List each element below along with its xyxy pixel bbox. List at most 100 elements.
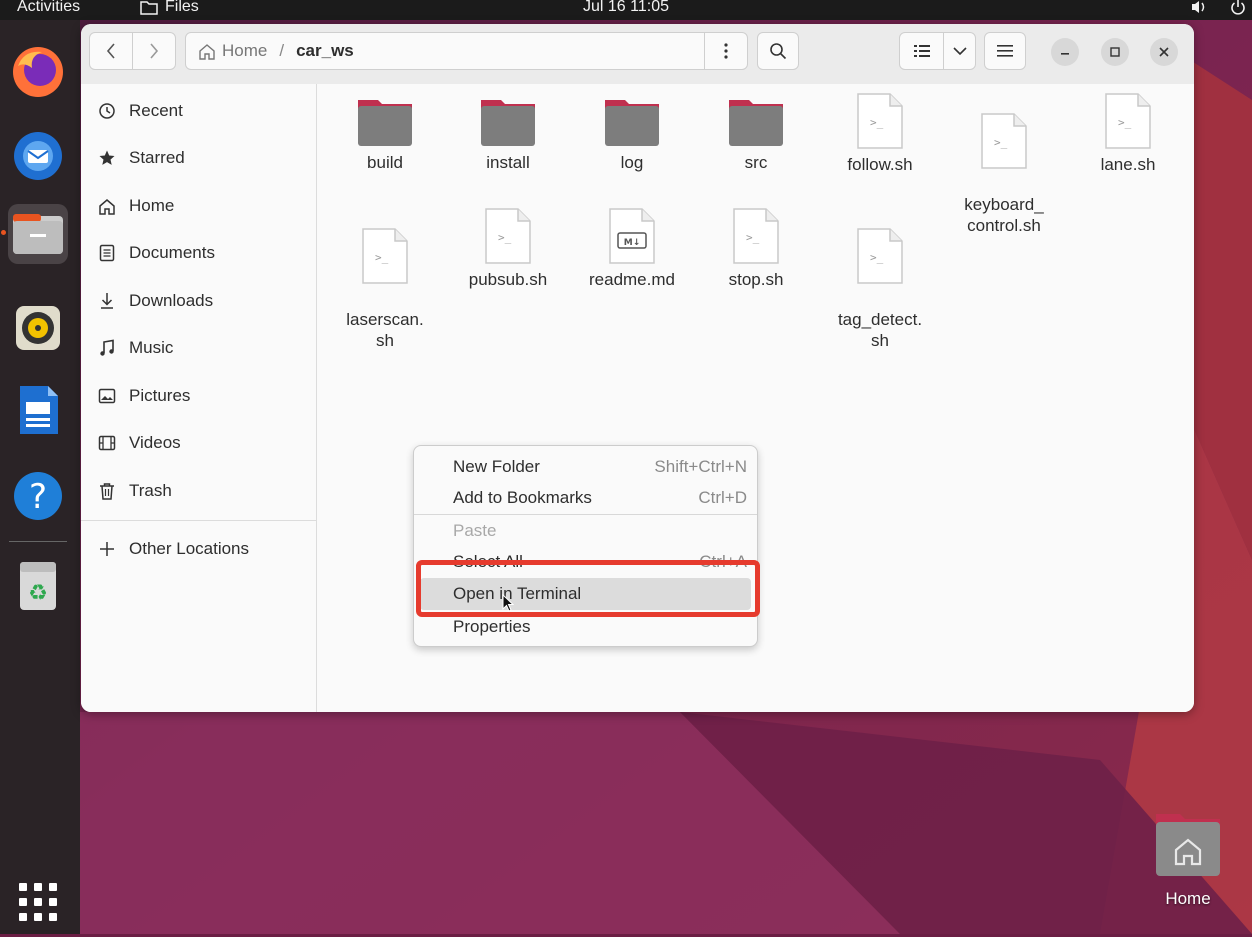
sidebar-item-label: Pictures <box>129 386 191 405</box>
sidebar-item-documents[interactable]: Documents <box>81 233 316 273</box>
file-item[interactable]: >_ tag_detect. sh <box>820 207 940 371</box>
clock[interactable]: Jul 16 11:05 <box>583 0 669 15</box>
sidebar-item-trash[interactable]: Trash <box>81 471 316 511</box>
files-icon[interactable] <box>8 204 68 264</box>
path-separator: / <box>279 41 285 60</box>
sidebar-item-label: Trash <box>129 481 172 500</box>
hamburger-icon <box>997 45 1013 57</box>
path-current[interactable]: car_ws <box>296 41 354 61</box>
file-item[interactable]: M↓ readme.md <box>572 207 692 290</box>
chevron-left-icon <box>106 43 115 59</box>
firefox-icon[interactable] <box>8 42 68 102</box>
thunderbird-icon[interactable] <box>8 124 68 184</box>
file-item[interactable]: >_ stop.sh <box>696 207 816 290</box>
script-file-icon: >_ <box>484 207 532 265</box>
dock: ? ♻ <box>0 20 80 934</box>
mouse-pointer-icon <box>502 594 514 612</box>
chevron-right-icon <box>150 43 159 59</box>
app-grid-icon[interactable] <box>8 872 68 932</box>
maximize-button[interactable] <box>1101 38 1129 66</box>
svg-text:>_: >_ <box>1118 116 1132 129</box>
list-view-icon <box>913 45 930 57</box>
svg-text:>_: >_ <box>375 251 389 264</box>
app-menu-label: Files <box>165 0 199 15</box>
path-menu-button[interactable] <box>704 32 748 70</box>
svg-text:>_: >_ <box>870 116 884 129</box>
maximize-icon <box>1110 47 1120 57</box>
sidebar-item-music[interactable]: Music <box>81 328 316 368</box>
path-home-label: Home <box>222 41 268 60</box>
file-name: laserscan. sh <box>346 310 424 350</box>
star-icon <box>99 150 115 165</box>
file-item[interactable]: >_ laserscan. sh <box>325 207 445 371</box>
menu-item-paste: Paste <box>420 515 751 547</box>
trash-icon[interactable]: ♻ <box>8 554 68 614</box>
file-name: stop.sh <box>728 270 784 289</box>
search-button[interactable] <box>757 32 799 70</box>
folder-icon <box>727 96 785 148</box>
sidebar-item-recent[interactable]: Recent <box>81 91 316 131</box>
svg-text:>_: >_ <box>498 231 512 244</box>
file-item[interactable]: src <box>696 96 816 173</box>
libreoffice-writer-icon[interactable] <box>8 380 68 440</box>
script-file-icon: >_ <box>1104 92 1152 150</box>
app-menu-files[interactable]: Files <box>140 0 199 16</box>
sidebar-item-label: Downloads <box>129 291 214 310</box>
sidebar-item-home[interactable]: Home <box>81 186 316 226</box>
file-item[interactable]: build <box>325 96 445 173</box>
menu-item-add-to-bookmarks[interactable]: Add to Bookmarks Ctrl+D <box>420 482 751 514</box>
file-item[interactable]: >_ lane.sh <box>1068 92 1188 175</box>
sidebar-divider <box>81 520 316 521</box>
forward-button[interactable] <box>132 32 176 70</box>
menu-item-label: New Folder <box>453 457 540 476</box>
system-tray[interactable] <box>1190 0 1246 15</box>
sidebar-item-videos[interactable]: Videos <box>81 423 316 463</box>
file-name: lane.sh <box>1100 155 1156 174</box>
path-home[interactable]: Home <box>198 41 267 61</box>
file-item[interactable]: install <box>448 96 568 173</box>
file-item[interactable]: >_ follow.sh <box>820 92 940 175</box>
file-name: build <box>367 153 403 172</box>
script-file-icon: >_ <box>361 227 409 285</box>
folder-icon <box>603 96 661 148</box>
sidebar-item-label: Recent <box>129 101 183 120</box>
sidebar-item-other-locations[interactable]: Other Locations <box>81 529 316 569</box>
view-list-button[interactable] <box>899 32 944 70</box>
sidebar-item-starred[interactable]: Starred <box>81 138 316 178</box>
activities-button[interactable]: Activities <box>17 0 80 16</box>
view-options-button[interactable] <box>943 32 976 70</box>
main-menu-button[interactable] <box>984 32 1026 70</box>
minimize-button[interactable] <box>1051 38 1079 66</box>
menu-item-accel: Ctrl+D <box>698 488 747 507</box>
folder-icon <box>356 96 414 148</box>
file-name: keyboard_ control.sh <box>964 195 1044 235</box>
script-file-icon: >_ <box>856 227 904 285</box>
svg-text:>_: >_ <box>994 136 1008 149</box>
file-item[interactable]: log <box>572 96 692 173</box>
file-name: log <box>620 153 644 172</box>
sidebar-item-label: Documents <box>129 243 215 262</box>
menu-item-new-folder[interactable]: New Folder Shift+Ctrl+N <box>420 451 751 483</box>
clock-icon <box>99 103 115 119</box>
back-button[interactable] <box>89 32 133 70</box>
close-button[interactable] <box>1150 38 1178 66</box>
file-item[interactable]: >_ pubsub.sh <box>448 207 568 290</box>
close-icon <box>1159 47 1169 57</box>
desktop-home-label: Home <box>1165 889 1211 908</box>
menu-item-accel: Shift+Ctrl+N <box>654 457 747 476</box>
help-icon[interactable]: ? <box>8 466 68 526</box>
annotation-highlight-box <box>416 560 760 617</box>
file-name: follow.sh <box>847 155 913 174</box>
menu-item-label: Add to Bookmarks <box>453 488 592 507</box>
file-item[interactable]: >_ keyboard_ control.sh <box>944 92 1064 256</box>
document-icon <box>99 244 115 262</box>
rhythmbox-icon[interactable] <box>8 298 68 358</box>
sidebar-item-pictures[interactable]: Pictures <box>81 376 316 416</box>
home-icon <box>99 198 115 215</box>
desktop-home-shortcut[interactable]: Home <box>1148 810 1228 909</box>
svg-text:>_: >_ <box>870 251 884 264</box>
power-icon <box>1231 0 1245 15</box>
sidebar-item-downloads[interactable]: Downloads <box>81 281 316 321</box>
file-name: tag_detect. sh <box>837 310 923 350</box>
home-folder-icon <box>1156 814 1220 876</box>
